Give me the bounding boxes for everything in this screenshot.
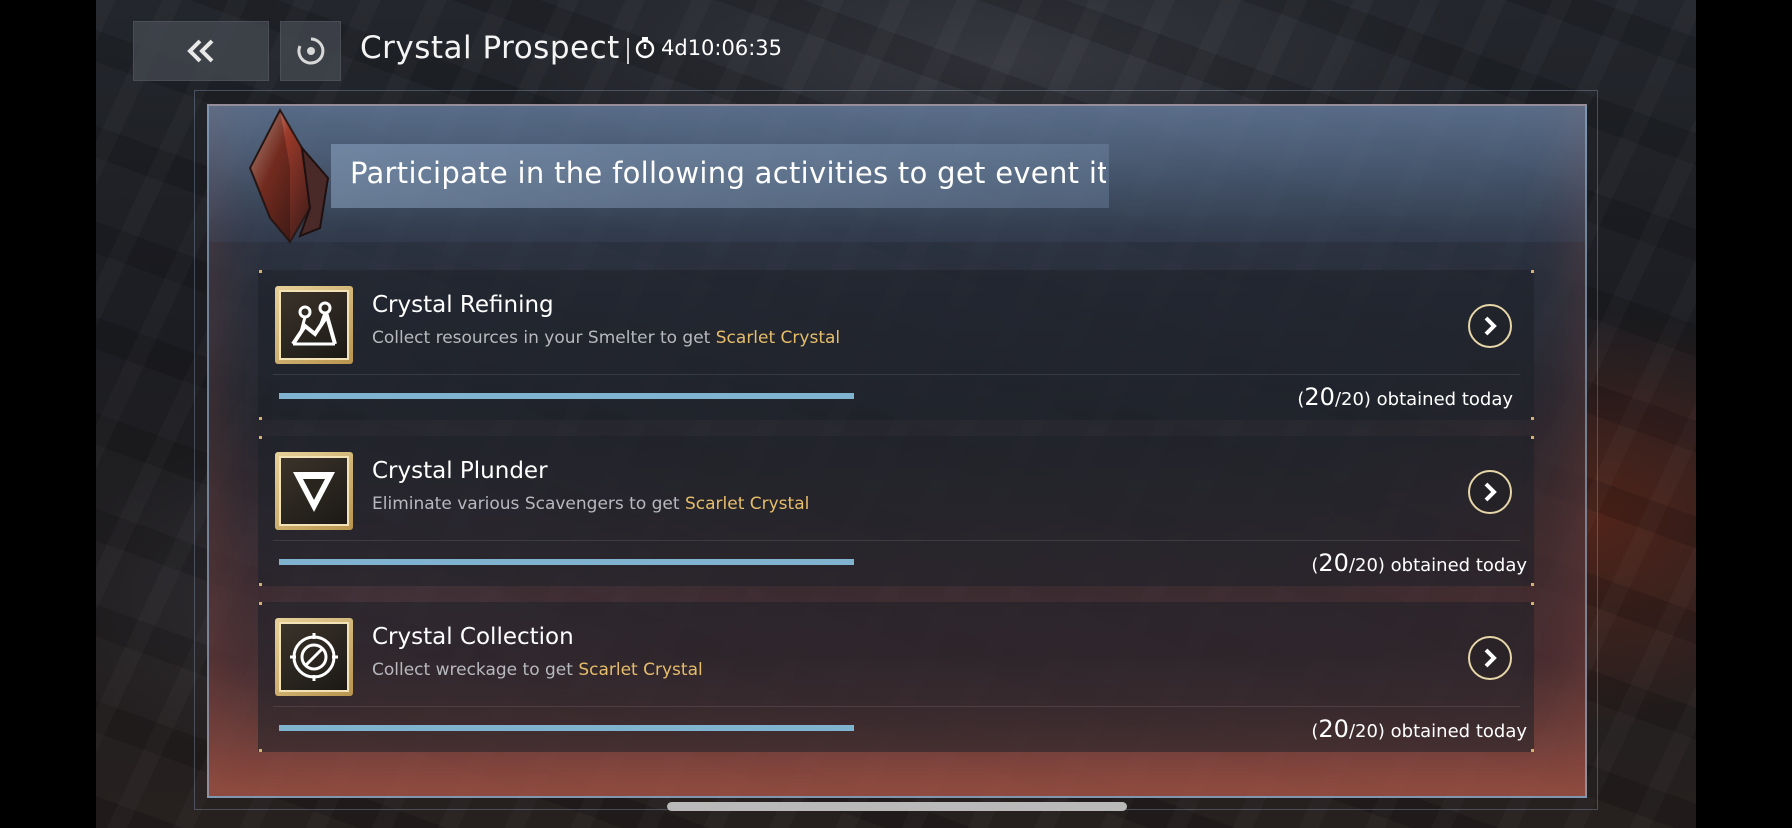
chevron-right-icon: [1484, 648, 1497, 668]
card-corner: [259, 270, 262, 273]
card-corner: [259, 436, 262, 439]
back-button[interactable]: [133, 21, 269, 81]
activity-card: Crystal Collection Collect wreckage to g…: [258, 602, 1534, 752]
count-current: 20: [1318, 549, 1349, 577]
count-suffix: obtained today: [1384, 555, 1527, 576]
daily-count: (20/20) obtained today: [1297, 383, 1513, 411]
card-corner: [1531, 417, 1534, 420]
count-current: 20: [1304, 383, 1335, 411]
card-divider: [273, 706, 1520, 707]
daily-count: (20/20) obtained today: [1311, 715, 1527, 743]
banner-text: Participate in the following activities …: [350, 156, 1106, 190]
count-total: /20): [1348, 721, 1385, 742]
activity-title: Crystal Plunder: [372, 458, 548, 484]
activity-card: Crystal Refining Collect resources in yo…: [258, 270, 1534, 420]
card-corner: [1531, 270, 1534, 273]
activity-card: Crystal Plunder Eliminate various Scaven…: [258, 436, 1534, 586]
activity-icon-frame: [275, 286, 353, 364]
progress-fill: [279, 725, 854, 731]
event-timer: 4d10:06:35: [635, 36, 782, 60]
card-divider: [273, 540, 1520, 541]
crystal-icon: [248, 108, 330, 244]
count-current: 20: [1318, 715, 1349, 743]
count-total: /20): [1334, 389, 1371, 410]
refresh-button[interactable]: [280, 21, 341, 81]
count-total: /20): [1348, 555, 1385, 576]
go-button[interactable]: [1468, 304, 1512, 348]
stopwatch-icon: [635, 37, 655, 59]
page-title: Crystal Prospect: [360, 30, 620, 66]
progress-bar: [279, 559, 854, 565]
description-text: Collect resources in your Smelter to get: [372, 328, 716, 348]
count-suffix: obtained today: [1384, 721, 1527, 742]
go-button[interactable]: [1468, 636, 1512, 680]
chevron-right-icon: [1484, 316, 1497, 336]
progress-fill: [279, 559, 854, 565]
description-text: Collect wreckage to get: [372, 660, 579, 680]
activity-title: Crystal Collection: [372, 624, 574, 650]
progress-fill: [279, 393, 854, 399]
card-corner: [259, 417, 262, 420]
card-divider: [273, 374, 1520, 375]
timer-text: 4d10:06:35: [661, 36, 783, 60]
activity-description: Collect wreckage to get Scarlet Crystal: [372, 660, 703, 680]
reward-item-name: Scarlet Crystal: [715, 328, 841, 348]
count-suffix: obtained today: [1370, 389, 1513, 410]
title-separator: [627, 38, 629, 64]
plunder-icon: [279, 456, 349, 526]
activity-icon-frame: [275, 618, 353, 696]
card-corner: [1531, 602, 1534, 605]
description-text: Eliminate various Scavengers to get: [372, 494, 685, 514]
activity-description: Collect resources in your Smelter to get…: [372, 328, 840, 348]
collection-icon: [279, 622, 349, 692]
refining-icon: [279, 290, 349, 360]
progress-bar: [279, 393, 854, 399]
refresh-icon: [296, 37, 324, 65]
progress-bar: [279, 725, 854, 731]
card-corner: [1531, 583, 1534, 586]
double-chevron-left-icon: [187, 39, 214, 63]
activity-description: Eliminate various Scavengers to get Scar…: [372, 494, 809, 514]
home-indicator: [667, 802, 1127, 811]
card-corner: [259, 583, 262, 586]
activity-icon-frame: [275, 452, 353, 530]
activity-title: Crystal Refining: [372, 292, 554, 318]
reward-item-name: Scarlet Crystal: [684, 494, 810, 514]
card-corner: [259, 602, 262, 605]
card-corner: [259, 749, 262, 752]
go-button[interactable]: [1468, 470, 1512, 514]
reward-item-name: Scarlet Crystal: [578, 660, 703, 680]
card-corner: [1531, 436, 1534, 439]
card-corner: [1531, 749, 1534, 752]
daily-count: (20/20) obtained today: [1311, 549, 1527, 577]
chevron-right-icon: [1484, 482, 1497, 502]
